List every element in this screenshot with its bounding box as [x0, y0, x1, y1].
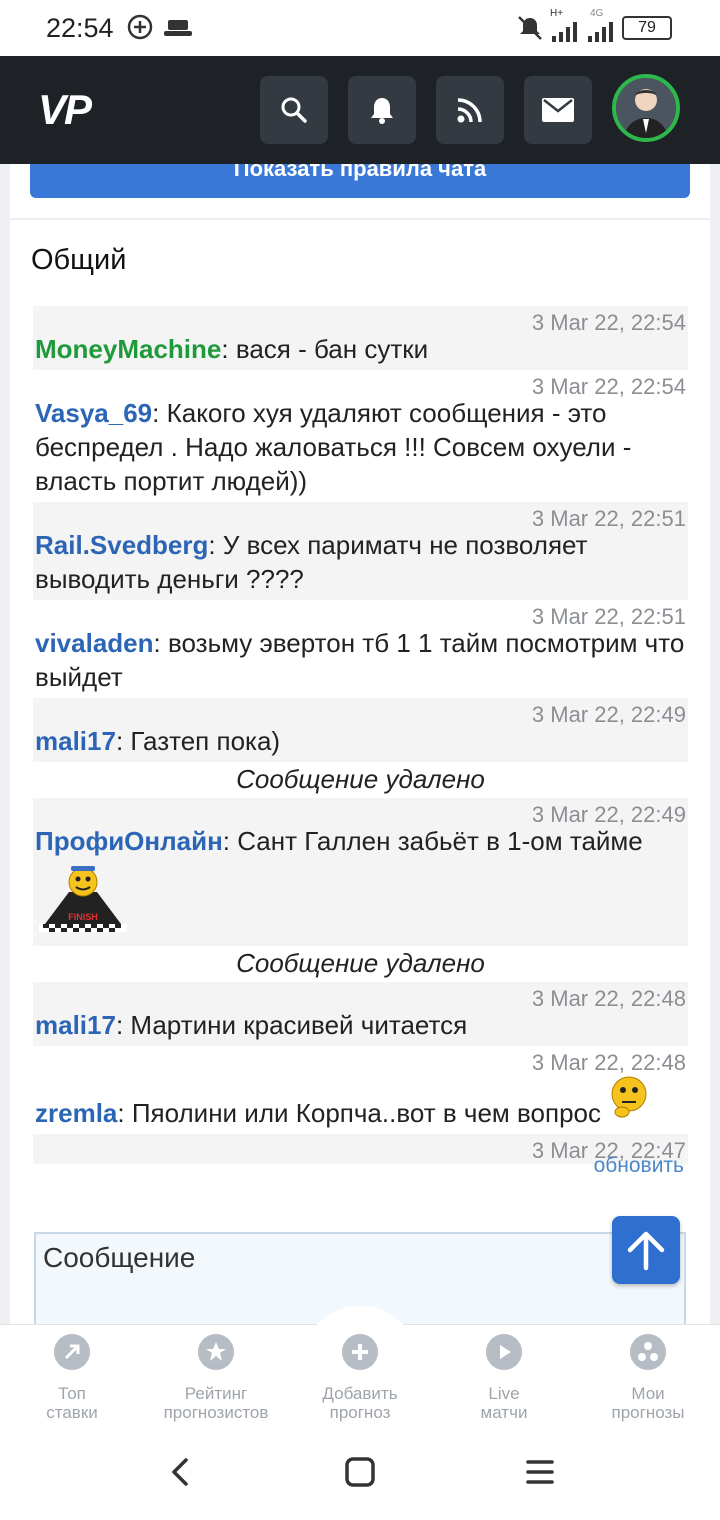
- chat-message: 3 Mar 22, 22:49 ПрофиОнлайн: Сант Галлен…: [33, 798, 688, 946]
- smiley-text: FINISH: [68, 912, 98, 922]
- nav-label: ставки: [46, 1403, 98, 1422]
- message-time: 3 Mar 22, 22:49: [531, 702, 686, 727]
- nav-add-prediction[interactable]: Добавить прогноз: [288, 1332, 432, 1422]
- message-input-placeholder: Сообщение: [43, 1242, 196, 1273]
- nav-label: Live: [488, 1384, 520, 1403]
- message-text: : вася - бан сутки: [221, 334, 429, 364]
- message-time: 3 Mar 22, 22:48: [531, 986, 686, 1011]
- message-time: 3 Mar 22, 22:51: [531, 604, 686, 629]
- chat-message: 3 Mar 22, 22:48 mali17: Мартини красивей…: [33, 982, 688, 1046]
- system-nav-bar: [0, 1426, 720, 1520]
- nav-label: прогнозы: [611, 1403, 685, 1422]
- message-text: : Пяолини или Корпча..вот в чем вопрос: [117, 1098, 601, 1128]
- message-author[interactable]: Vasya_69: [35, 398, 152, 428]
- chat-message: 3 Mar 22, 22:54 Vasya_69: Какого хуя уда…: [33, 370, 688, 502]
- scroll-top-button[interactable]: [612, 1216, 680, 1284]
- chat-message: 3 Mar 22, 22:54 MoneyMachine: вася - бан…: [33, 306, 688, 370]
- message-text: : Газтеп пока): [115, 726, 281, 756]
- chat-message: 3 Mar 22, 22:48 zremla: Пяолини или Корп…: [33, 1046, 688, 1134]
- chat-message: 3 Mar 22, 22:51 vivaladen: возьму эверто…: [33, 600, 688, 698]
- refresh-row: обновить: [33, 1154, 688, 1186]
- message-time: 3 Mar 22, 22:54: [531, 374, 686, 399]
- mail-icon: [542, 98, 574, 122]
- nav-label: Добавить: [322, 1384, 398, 1403]
- nav-label: прогноз: [329, 1403, 391, 1422]
- message-author[interactable]: Rail.Svedberg: [35, 530, 208, 560]
- thinking-smiley-icon: [608, 1072, 650, 1130]
- nav-live-matches[interactable]: Live матчи: [432, 1332, 576, 1422]
- laptop-icon: [164, 18, 192, 43]
- star-icon: [198, 1334, 234, 1370]
- status-bar: 22:54 H+ 4G 79: [0, 0, 720, 56]
- nav-label: Топ: [58, 1384, 86, 1403]
- recent-apps-icon[interactable]: [526, 1458, 554, 1491]
- nav-label: Рейтинг: [184, 1384, 248, 1403]
- arrow-up-icon: [627, 1231, 665, 1271]
- message-author[interactable]: MoneyMachine: [35, 334, 221, 364]
- message-time: 3 Mar 22, 22:54: [531, 310, 686, 335]
- network-type-label: H+: [550, 8, 564, 19]
- deleted-message-notice: Сообщение удалено: [236, 764, 485, 794]
- nav-label: прогнозистов: [163, 1403, 269, 1422]
- chat-message: 3 Mar 22, 22:49 mali17: Газтеп пока): [33, 698, 688, 762]
- nav-label: Мои: [631, 1384, 665, 1403]
- rss-icon: [457, 98, 482, 123]
- chat-card: Показать правила чата Общий 3 Mar 22, 22…: [10, 164, 710, 1324]
- chat-message: 3 Mar 22, 22:51 Rail.Svedberg: У всех па…: [33, 502, 688, 600]
- message-text: : Мартини красивей читается: [115, 1010, 468, 1040]
- finish-smiley-icon: FINISH: [35, 858, 131, 942]
- show-rules-button[interactable]: Показать правила чата: [30, 164, 690, 198]
- location-plus-icon: [126, 14, 154, 47]
- message-author[interactable]: vivaladen: [35, 628, 154, 658]
- refresh-link[interactable]: обновить: [594, 1154, 684, 1178]
- deleted-message-notice: Сообщение удалено: [236, 948, 485, 978]
- message-text: : Сант Галлен забьёт в 1-ом тайме: [222, 826, 643, 856]
- dots-icon: [630, 1334, 666, 1370]
- nav-label: матчи: [480, 1403, 528, 1422]
- divider: [10, 218, 710, 220]
- plus-icon: [342, 1334, 378, 1370]
- user-avatar-icon: [616, 78, 676, 138]
- message-time: 3 Mar 22, 22:48: [531, 1050, 686, 1075]
- mute-icon: [516, 14, 544, 47]
- message-time: 3 Mar 22, 22:49: [531, 802, 686, 827]
- avatar[interactable]: [612, 74, 680, 142]
- chat-title: Общий: [31, 244, 127, 276]
- search-button[interactable]: [260, 76, 328, 144]
- arrow-icon: [54, 1334, 90, 1370]
- bell-icon: [371, 98, 393, 124]
- signal-icon-1: [552, 20, 582, 47]
- signal-icon-2: [588, 20, 614, 47]
- nav-top-bets[interactable]: Топ ставки: [0, 1332, 144, 1422]
- nav-my-predictions[interactable]: Мои прогнозы: [576, 1332, 720, 1422]
- messages-button[interactable]: [524, 76, 592, 144]
- message-time: 3 Mar 22, 22:51: [531, 506, 686, 531]
- back-icon[interactable]: [166, 1456, 194, 1493]
- network-type-label-2: 4G: [590, 8, 604, 19]
- message-author[interactable]: mali17: [35, 1010, 116, 1040]
- message-author[interactable]: zremla: [35, 1098, 117, 1128]
- nav-rating[interactable]: Рейтинг прогнозистов: [144, 1332, 288, 1422]
- app-logo[interactable]: VP: [38, 86, 92, 134]
- notifications-button[interactable]: [348, 76, 416, 144]
- message-author[interactable]: ПрофиОнлайн: [35, 826, 223, 856]
- rss-button[interactable]: [436, 76, 504, 144]
- app-header: VP: [0, 56, 720, 164]
- message-author[interactable]: mali17: [35, 726, 116, 756]
- message-list: 3 Mar 22, 22:54 MoneyMachine: вася - бан…: [33, 306, 688, 1186]
- home-icon[interactable]: [344, 1456, 376, 1493]
- play-icon: [486, 1334, 522, 1370]
- status-time: 22:54: [46, 13, 114, 43]
- battery-indicator: 79: [622, 16, 672, 40]
- search-icon: [281, 97, 307, 123]
